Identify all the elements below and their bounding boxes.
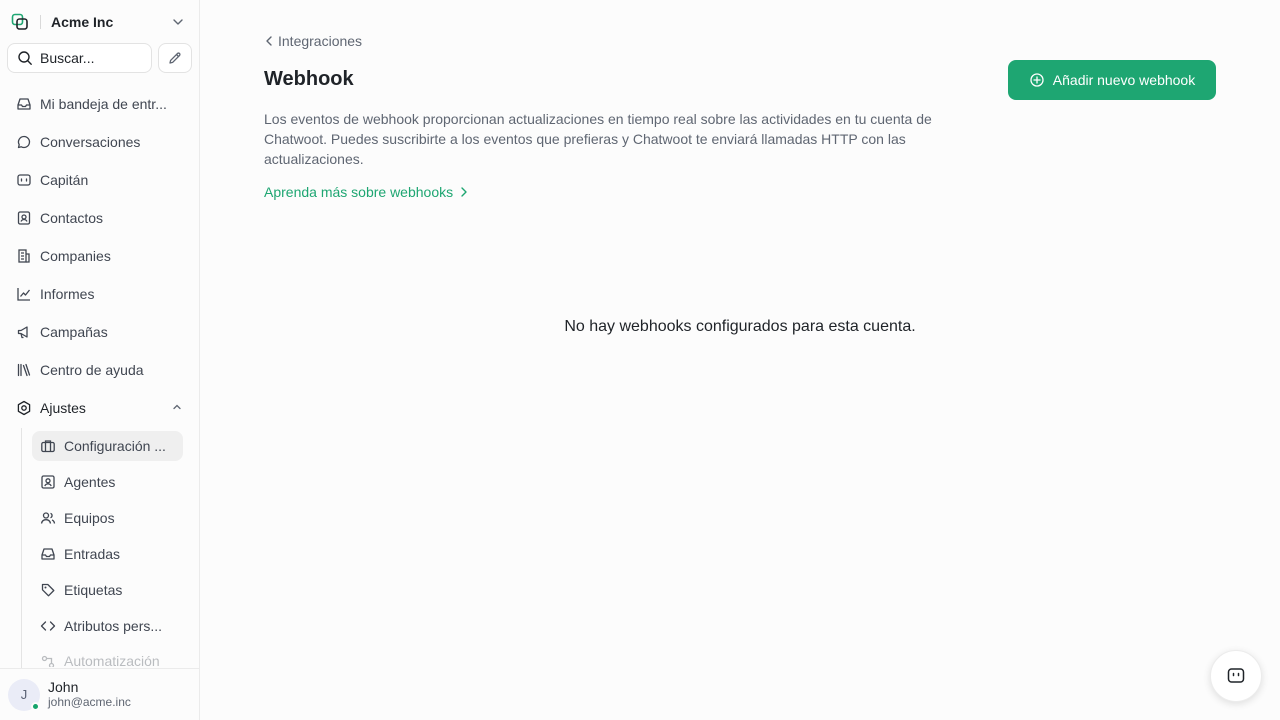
sidebar-item-label: Ajustes <box>40 400 86 416</box>
sidebar-item-label: Automatización <box>64 653 160 667</box>
learn-more-link[interactable]: Aprenda más sobre webhooks <box>264 184 469 200</box>
settings-hex-icon <box>16 400 32 416</box>
user-name: John <box>48 679 79 695</box>
chevron-down-icon <box>170 14 186 30</box>
empty-state-message: No hay webhooks configurados para esta c… <box>564 318 916 335</box>
sidebar-item-label: Informes <box>40 286 95 302</box>
sidebar-item-settings[interactable]: Ajustes <box>8 392 192 424</box>
chat-widget-button[interactable] <box>1210 650 1262 702</box>
chat-bubble-icon <box>16 134 32 150</box>
search-icon <box>17 50 33 66</box>
contact-square-icon <box>40 474 56 490</box>
submenu-guide-line <box>21 428 22 668</box>
sidebar-item-contacts[interactable]: Contactos <box>8 202 192 234</box>
chart-line-icon <box>16 286 32 302</box>
add-webhook-button[interactable]: Añadir nuevo webhook <box>1008 60 1216 100</box>
code-icon <box>40 618 56 634</box>
chevron-right-icon <box>453 185 469 199</box>
chevron-up-icon <box>170 400 184 414</box>
users-icon <box>40 510 56 526</box>
avatar: J <box>8 678 40 711</box>
sidebar-item-label: Atributos pers... <box>64 618 163 634</box>
sidebar-item-reports[interactable]: Informes <box>8 278 192 310</box>
chevron-left-icon <box>264 34 278 48</box>
captain-icon <box>16 172 32 188</box>
sidebar-item-label: Etiquetas <box>64 582 123 598</box>
search-placeholder: Buscar... <box>40 50 95 66</box>
megaphone-icon <box>16 324 32 340</box>
user-info: John john@acme.inc <box>48 679 131 710</box>
automation-icon <box>40 654 56 667</box>
user-profile-menu[interactable]: J John john@acme.inc <box>0 668 199 720</box>
sidebar-item-agents[interactable]: Agentes <box>32 467 183 497</box>
account-separator <box>40 15 41 29</box>
pencil-icon <box>167 50 183 66</box>
back-link-label: Integraciones <box>278 33 363 49</box>
search-input[interactable]: Buscar... <box>7 43 152 73</box>
back-link[interactable]: Integraciones <box>264 33 362 49</box>
add-webhook-label: Añadir nuevo webhook <box>1052 72 1196 88</box>
compose-button[interactable] <box>158 43 192 73</box>
sidebar-item-label: Centro de ayuda <box>40 362 144 378</box>
tag-icon <box>40 582 56 598</box>
briefcase-icon <box>40 438 56 454</box>
inbox-icon <box>40 546 56 562</box>
chatwoot-logo-icon <box>8 10 32 34</box>
building-icon <box>16 248 32 264</box>
chat-widget-icon <box>1226 666 1246 686</box>
sidebar: Acme Inc Buscar... Mi bandeja de entr...… <box>0 0 200 720</box>
sidebar-item-conversations[interactable]: Conversaciones <box>8 126 192 158</box>
sidebar-item-label: Campañas <box>40 324 108 340</box>
sidebar-item-label: Configuración ... <box>64 438 166 454</box>
online-status-dot <box>31 701 40 711</box>
page-description: Los eventos de webhook proporcionan actu… <box>264 111 932 167</box>
sidebar-item-label: Companies <box>40 248 111 264</box>
inbox-icon <box>16 96 32 112</box>
account-name: Acme Inc <box>51 14 114 30</box>
learn-more-label: Aprenda más sobre webhooks <box>264 184 454 200</box>
sidebar-item-captain[interactable]: Capitán <box>8 164 192 196</box>
sidebar-item-companies[interactable]: Companies <box>8 240 192 272</box>
account-switcher[interactable]: Acme Inc <box>8 8 192 36</box>
page-title: Webhook <box>264 68 354 90</box>
sidebar-item-campaigns[interactable]: Campañas <box>8 316 192 348</box>
sidebar-item-label: Entradas <box>64 546 121 562</box>
sidebar-item-label: Capitán <box>40 172 89 188</box>
sidebar-item-help-center[interactable]: Centro de ayuda <box>8 354 192 386</box>
sidebar-item-label: Conversaciones <box>40 134 141 150</box>
sidebar-item-automation[interactable]: Automatización <box>32 647 183 667</box>
sidebar-item-label: Contactos <box>40 210 104 226</box>
sidebar-item-custom-attributes[interactable]: Atributos pers... <box>32 611 183 641</box>
avatar-initial: J <box>20 687 28 702</box>
sidebar-item-label: Mi bandeja de entr... <box>40 96 167 112</box>
sidebar-item-inbox[interactable]: Mi bandeja de entr... <box>8 88 192 120</box>
user-email: john@acme.inc <box>48 695 131 709</box>
contact-card-icon <box>16 210 32 226</box>
sidebar-item-inboxes[interactable]: Entradas <box>32 539 183 569</box>
sidebar-item-teams[interactable]: Equipos <box>32 503 183 533</box>
sidebar-item-label: Equipos <box>64 510 115 526</box>
library-icon <box>16 362 32 378</box>
sidebar-item-label: Agentes <box>64 474 116 490</box>
sidebar-item-account-settings[interactable]: Configuración ... <box>32 431 183 461</box>
sidebar-item-labels[interactable]: Etiquetas <box>32 575 183 605</box>
plus-circle-icon <box>1029 72 1053 88</box>
